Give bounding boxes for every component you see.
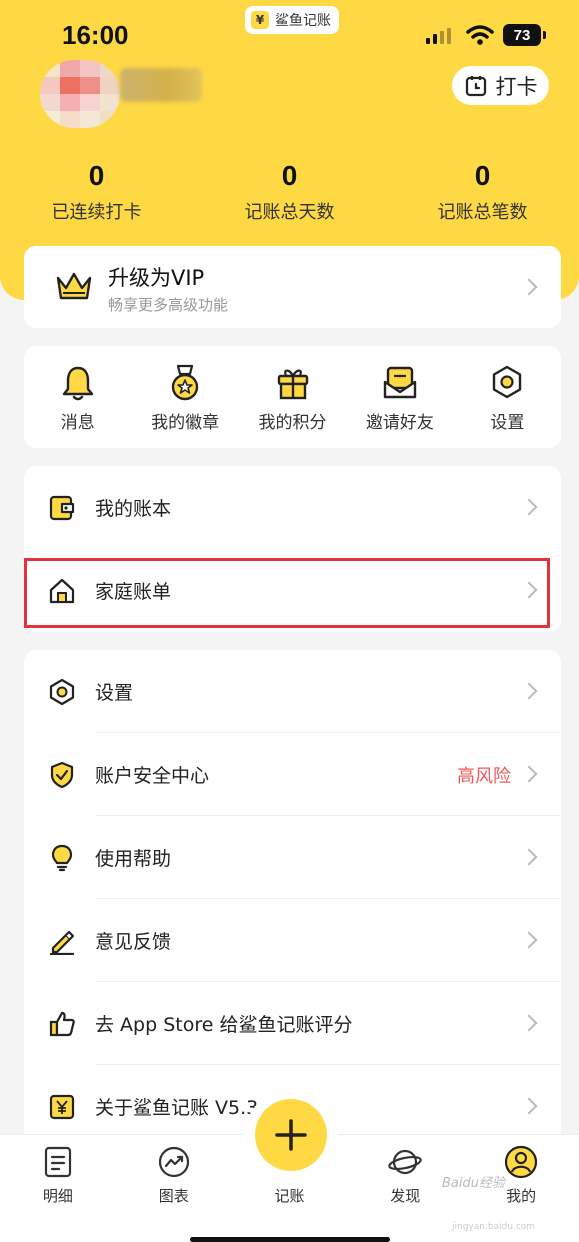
battery-indicator: 73 [503, 24, 546, 46]
stat-label: 记账总天数 [244, 202, 335, 223]
document-icon [44, 1146, 71, 1178]
checkin-label: 打卡 [495, 74, 538, 99]
menu-item-feedback[interactable]: 意见反馈 [24, 899, 561, 982]
settings-menu: 设置 账户安全中心 高风险 使用帮助 意见反馈 去 App Store 给鲨鱼记… [24, 650, 561, 1148]
username-blurred[interactable] [120, 68, 202, 102]
menu-item-my-books[interactable]: 我的账本 [24, 466, 561, 549]
bell-icon [62, 366, 93, 401]
menu-item-label: 去 App Store 给鲨鱼记账评分 [95, 1014, 353, 1036]
crown-icon [56, 272, 92, 300]
user-icon [504, 1145, 538, 1179]
vip-title: 升级为VIP [108, 266, 205, 290]
medal-icon [171, 364, 199, 401]
stat-streak: 0 已连续打卡 [0, 160, 193, 224]
stat-label: 已连续打卡 [51, 202, 142, 223]
stat-value: 0 [88, 160, 105, 191]
quick-action-messages[interactable]: 消息 [24, 346, 131, 448]
chevron-right-icon [520, 765, 538, 783]
checkin-button[interactable]: 打卡 [452, 66, 549, 105]
chevron-right-icon [520, 1014, 538, 1032]
quick-actions: 消息 我的徽章 我的积分 邀请好友 设置 [24, 346, 561, 448]
signal-icon [426, 28, 451, 44]
avatar[interactable] [40, 60, 120, 128]
stat-total-entries: 0 记账总笔数 [386, 160, 579, 224]
quick-action-badges[interactable]: 我的徽章 [131, 346, 238, 448]
quick-action-points[interactable]: 我的积分 [239, 346, 346, 448]
highlight-annotation [24, 558, 550, 628]
yen-icon: ¥ [251, 11, 269, 29]
tab-label: 我的 [506, 1187, 537, 1205]
menu-item-label: 设置 [95, 682, 134, 704]
plus-icon [275, 1119, 307, 1151]
menu-item-settings[interactable]: 设置 [24, 650, 561, 733]
menu-item-label: 账户安全中心 [95, 765, 210, 787]
tab-label: 发现 [390, 1187, 421, 1205]
watermark-url: jingyan.baidu.com [452, 1222, 536, 1232]
chevron-right-icon [520, 498, 538, 516]
tab-label: 图表 [158, 1187, 189, 1205]
yen-icon [49, 1094, 75, 1119]
chevron-right-icon [520, 682, 538, 700]
watermark: Baidu经验 [442, 1176, 505, 1191]
wallet-icon [49, 495, 75, 520]
vip-subtitle: 畅享更多高级功能 [108, 296, 229, 314]
menu-item-security-center[interactable]: 账户安全中心 高风险 [24, 733, 561, 816]
status-time: 16:00 [62, 20, 129, 50]
lightbulb-icon [51, 844, 73, 871]
menu-item-help[interactable]: 使用帮助 [24, 816, 561, 899]
risk-status: 高风险 [457, 765, 511, 787]
vip-upgrade-card[interactable]: 升级为VIP 畅享更多高级功能 [24, 246, 561, 328]
chevron-right-icon [520, 1097, 538, 1115]
settings-icon [49, 678, 75, 705]
menu-item-rate-app[interactable]: 去 App Store 给鲨鱼记账评分 [24, 982, 561, 1065]
app-name: 鲨鱼记账 [275, 13, 331, 29]
stats-row: 0 已连续打卡 0 记账总天数 0 记账总笔数 [0, 160, 579, 224]
quick-action-label: 邀请好友 [365, 413, 434, 433]
menu-item-label: 我的账本 [95, 498, 172, 520]
chevron-right-icon [520, 848, 538, 866]
tab-charts[interactable]: 图表 [116, 1135, 232, 1242]
quick-action-label: 我的积分 [258, 413, 327, 433]
stat-total-days: 0 记账总天数 [193, 160, 386, 224]
app-indicator: ¥ 鲨鱼记账 [245, 6, 339, 34]
planet-icon [388, 1149, 423, 1175]
quick-action-label: 设置 [490, 413, 525, 433]
pencil-icon [49, 930, 75, 955]
menu-item-label: 意见反馈 [95, 931, 172, 953]
quick-action-invite[interactable]: 邀请好友 [346, 346, 453, 448]
envelope-icon [383, 366, 417, 399]
settings-icon [493, 365, 522, 399]
tab-label: 明细 [42, 1187, 73, 1205]
quick-action-settings[interactable]: 设置 [454, 346, 561, 448]
menu-item-label: 使用帮助 [95, 848, 172, 870]
stat-value: 0 [474, 160, 491, 191]
calendar-icon [465, 75, 486, 96]
menu-item-label: 关于鲨鱼记账 V5.3 [95, 1097, 259, 1119]
wifi-icon [466, 25, 494, 45]
thumbs-up-icon [49, 1011, 75, 1036]
add-record-button[interactable] [255, 1099, 327, 1171]
tab-details[interactable]: 明细 [0, 1135, 116, 1242]
tab-label: 记账 [274, 1187, 305, 1205]
gift-icon [277, 369, 308, 400]
quick-action-label: 消息 [60, 413, 95, 433]
chart-icon [158, 1146, 189, 1178]
chevron-right-icon [520, 931, 538, 949]
stat-value: 0 [281, 160, 298, 191]
chevron-right-icon [520, 278, 538, 296]
quick-action-label: 我的徽章 [151, 413, 220, 433]
shield-icon [50, 761, 74, 788]
home-indicator [190, 1237, 390, 1242]
stat-label: 记账总笔数 [437, 202, 528, 223]
